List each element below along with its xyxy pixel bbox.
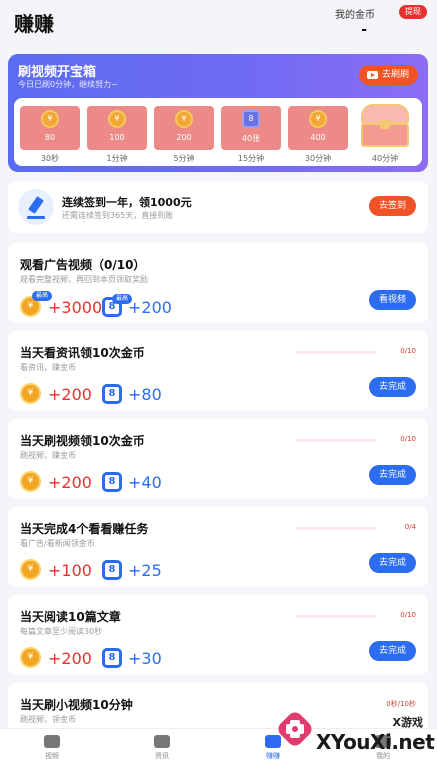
slot-value: 400 — [310, 133, 326, 142]
treasure-slot-1[interactable]: ¥ 80 — [20, 106, 80, 150]
task-subtitle: 看广告/看新闻领金币 — [20, 539, 95, 548]
task-subtitle: 刷视频，领金币 — [20, 715, 76, 724]
watermark-cn: X游戏 — [392, 716, 423, 729]
task-title: 当天刷视频领10次金币 — [20, 434, 145, 448]
watch-video-button[interactable]: 看视频 — [368, 290, 416, 310]
slot-time: 1分钟 — [106, 154, 128, 163]
sign-subtitle: 还需连续签到365天，直接到账 — [62, 211, 174, 220]
task-card-read-articles: 当天阅读10篇文章 每篇文章至少阅读30秒 0/10 ¥ +200 8 +30 … — [8, 595, 428, 675]
slot-value: 80 — [44, 133, 56, 142]
slot-time: 5分钟 — [173, 154, 195, 163]
task-progress-bar — [296, 351, 376, 354]
nav-news[interactable]: 资讯 — [132, 735, 192, 761]
go-complete-button[interactable]: 去完成 — [368, 377, 416, 397]
coupon-icon: 8 — [102, 560, 122, 580]
task-progress-bar — [296, 527, 376, 530]
nav-video[interactable]: 视频 — [22, 735, 82, 761]
coin-icon: ¥ — [41, 110, 59, 128]
slot-time: 40分钟 — [371, 154, 399, 163]
slot-time: 15分钟 — [237, 154, 265, 163]
video-icon — [44, 735, 60, 748]
task-progress-text: 0/4 — [404, 523, 416, 531]
coin-reward: +200 — [48, 473, 92, 492]
go-complete-button[interactable]: 去完成 — [368, 553, 416, 573]
task-card-video: 当天刷视频领10次金币 刷视频，赚金币 0/10 ¥ +200 8 +40 去完… — [8, 419, 428, 499]
video-treasure-card: 刷视频开宝箱 今日已刷0分钟，继续努力~ 去刷刷 ¥ 80 30秒 ¥ 100 … — [8, 54, 428, 172]
coin-reward: +200 — [48, 649, 92, 668]
sign-title: 连续签到一年，领1000元 — [62, 196, 192, 209]
gamepad-logo-icon — [278, 712, 312, 746]
task-progress-text: 0/10 — [400, 611, 416, 619]
task-title: 观看广告视频（0/10） — [20, 258, 146, 272]
slot-value: 40张 — [241, 134, 261, 143]
task-subtitle: 观看完整视频，再回到本页领取奖励 — [20, 275, 148, 284]
task-progress-text: 0/10 — [400, 435, 416, 443]
task-subtitle: 每篇文章至少阅读30秒 — [20, 627, 103, 636]
treasure-subtitle: 今日已刷0分钟，继续努力~ — [18, 80, 118, 89]
treasure-slot-4[interactable]: 8 40张 — [221, 106, 281, 150]
go-sign-button[interactable]: 去签到 — [368, 196, 416, 216]
pen-icon — [18, 189, 54, 225]
coin-icon: ¥ — [20, 647, 41, 668]
my-gold-label: 我的金币 — [335, 10, 375, 21]
treasure-slot-2[interactable]: ¥ 100 — [87, 106, 147, 150]
slot-value: 100 — [109, 133, 125, 142]
page-title: 赚赚 — [14, 12, 54, 36]
task-card-news: 当天看资讯领10次金币 看资讯，赚金币 0/10 ¥ +200 8 +80 去完… — [8, 331, 428, 411]
nav-label: 资讯 — [155, 752, 169, 760]
go-watch-label: 去刷刷 — [381, 70, 409, 80]
task-progress-bar — [296, 439, 376, 442]
task-card-ad-video: 观看广告视频（0/10） 观看完整视频，再回到本页领取奖励 ¥ 最高 +3000… — [8, 243, 428, 323]
daily-sign-card: 连续签到一年，领1000元 还需连续签到365天，直接到账 去签到 — [8, 181, 428, 233]
coupon-icon: 8 — [102, 472, 122, 492]
coupon-icon: 8 — [102, 648, 122, 668]
slot-value: 200 — [176, 133, 192, 142]
rmb-reward: +25 — [128, 561, 162, 580]
treasure-slot-3[interactable]: ¥ 200 — [154, 106, 214, 150]
go-complete-button[interactable]: 去完成 — [368, 465, 416, 485]
rmb-reward: +80 — [128, 385, 162, 404]
task-card-watch-earn: 当天完成4个看看赚任务 看广告/看新闻领金币 0/4 ¥ +100 8 +25 … — [8, 507, 428, 587]
rmb-reward: +40 — [128, 473, 162, 492]
coin-icon: ¥ — [309, 110, 327, 128]
task-subtitle: 看资讯，赚金币 — [20, 363, 76, 372]
task-title: 当天阅读10篇文章 — [20, 610, 121, 624]
slot-time: 30分钟 — [304, 154, 332, 163]
coin-reward: +100 — [48, 561, 92, 580]
coin-icon: ¥ — [20, 471, 41, 492]
coin-icon: ¥ — [108, 110, 126, 128]
rmb-reward: +30 — [128, 649, 162, 668]
slot-time: 30秒 — [40, 154, 60, 163]
withdraw-button[interactable]: 提现 — [399, 5, 427, 19]
task-subtitle: 刷视频，赚金币 — [20, 451, 76, 460]
task-title: 当天刷小视频10分钟 — [20, 698, 133, 712]
coupon-icon: 8 — [102, 384, 122, 404]
task-progress-bar — [296, 615, 376, 618]
treasure-slot-5[interactable]: ¥ 400 — [288, 106, 348, 150]
rmb-reward: +200 — [128, 298, 172, 317]
go-watch-button[interactable]: 去刷刷 — [358, 65, 418, 85]
coin-icon: ¥ — [20, 383, 41, 404]
top-header: 赚赚 我的金币 提现 - — [0, 0, 437, 46]
treasure-slots-panel: ¥ 80 30秒 ¥ 100 1分钟 ¥ 200 5分钟 8 40张 15分钟 … — [14, 98, 422, 166]
task-title: 当天看资讯领10次金币 — [20, 346, 145, 360]
nav-label: 视频 — [45, 752, 59, 760]
coupon-icon: 8 — [242, 110, 260, 128]
gold-balance-value: - — [361, 22, 367, 38]
go-complete-button[interactable]: 去完成 — [368, 641, 416, 661]
xyouxi-watermark: X游戏 XYouXi.net — [270, 692, 437, 768]
treasure-chest-icon[interactable] — [355, 102, 415, 150]
task-progress-text: 0/10 — [400, 347, 416, 355]
coin-reward: +200 — [48, 385, 92, 404]
watermark-en: XYouXi.net — [316, 730, 435, 754]
play-icon — [366, 71, 378, 79]
task-title: 当天完成4个看看赚任务 — [20, 522, 149, 536]
coin-reward: +3000 — [48, 298, 103, 317]
coin-icon: ¥ — [175, 110, 193, 128]
treasure-title: 刷视频开宝箱 — [18, 65, 97, 80]
coin-icon: ¥ — [20, 559, 41, 580]
news-icon — [154, 735, 170, 748]
